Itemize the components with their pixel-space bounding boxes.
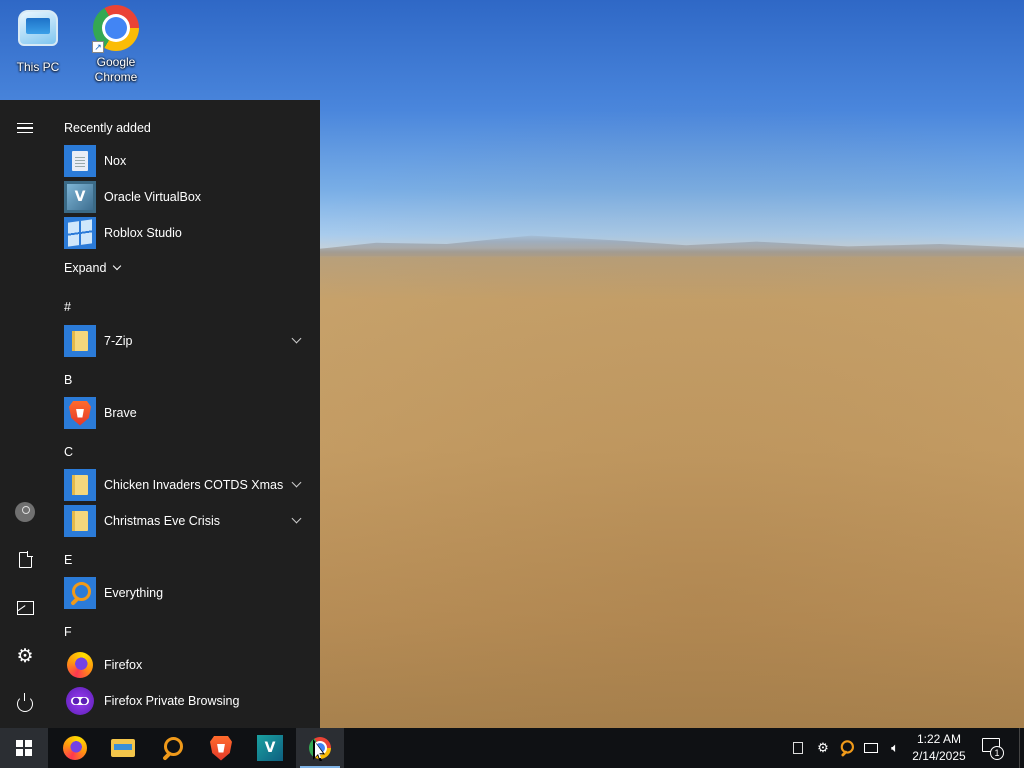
app-item-chicken-invaders[interactable]: Chicken Invaders COTDS Xmas xyxy=(60,467,312,503)
desktop-icon-label: This PC xyxy=(16,60,60,74)
everything-icon xyxy=(160,736,184,760)
user-account-icon[interactable] xyxy=(5,492,45,532)
taskbar: V ⚙ 🔈︎ 1:22 AM 2/14/2025 1 xyxy=(0,728,1024,768)
action-center-button[interactable]: 1 xyxy=(980,736,1004,760)
firefox-icon xyxy=(63,736,87,760)
app-item-christmas-eve-crisis[interactable]: Christmas Eve Crisis xyxy=(60,503,312,539)
everything-tray-icon[interactable] xyxy=(836,728,858,768)
settings-gear-icon[interactable]: ⚙ xyxy=(5,636,45,676)
folder-icon xyxy=(64,505,96,537)
taskbar-everything[interactable] xyxy=(148,728,196,768)
app-label: 7-Zip xyxy=(104,334,133,348)
app-item-firefox-private-browsing[interactable]: Firefox Private Browsing xyxy=(60,683,312,719)
app-label: Christmas Eve Crisis xyxy=(104,514,220,528)
firefox-private-icon xyxy=(64,685,96,717)
section-letter-e[interactable]: E xyxy=(64,553,72,567)
app-label: Nox xyxy=(104,154,127,168)
app-item-everything[interactable]: Everything xyxy=(60,575,312,611)
nox-icon xyxy=(64,145,96,177)
brave-icon xyxy=(64,397,96,429)
clock-time: 1:22 AM xyxy=(916,732,962,746)
taskbar-firefox[interactable] xyxy=(51,728,99,768)
app-item-oracle-virtualbox[interactable]: V Oracle VirtualBox xyxy=(60,179,312,215)
section-letter-c[interactable]: C xyxy=(64,445,73,459)
documents-icon[interactable] xyxy=(5,540,45,580)
desktop-icon-this-pc[interactable]: This PC xyxy=(2,4,74,75)
system-clock[interactable]: 1:22 AM 2/14/2025 xyxy=(904,731,974,765)
folder-icon xyxy=(64,469,96,501)
start-button[interactable] xyxy=(0,728,48,768)
brave-icon xyxy=(210,735,232,761)
app-item-7-zip[interactable]: 7-Zip xyxy=(60,323,312,359)
notification-count-badge: 1 xyxy=(990,746,1004,760)
taskbar-virtualbox[interactable]: V xyxy=(246,728,294,768)
section-letter-f[interactable]: F xyxy=(64,625,72,639)
desktop-icon-google-chrome[interactable]: ↗ Google Chrome xyxy=(80,4,152,85)
section-letter-b[interactable]: B xyxy=(64,373,72,387)
section-title-recently-added: Recently added xyxy=(64,121,151,135)
virtualbox-icon: V xyxy=(64,181,96,213)
this-pc-icon xyxy=(14,10,62,58)
desktop-icon-label: Google Chrome xyxy=(94,55,138,84)
clock-date: 2/14/2025 xyxy=(912,749,966,763)
chevron-down-icon xyxy=(113,261,122,271)
pictures-icon[interactable] xyxy=(5,588,45,628)
app-label: Oracle VirtualBox xyxy=(104,190,202,204)
network-icon[interactable] xyxy=(860,728,882,768)
chevron-down-icon[interactable] xyxy=(291,333,302,344)
network-share-icon[interactable]: ⚙ xyxy=(812,728,834,768)
taskbar-brave[interactable] xyxy=(197,728,245,768)
expand-button[interactable]: Expand xyxy=(64,261,122,275)
taskbar-file-explorer[interactable] xyxy=(99,728,147,768)
chrome-icon: ↗ xyxy=(92,5,140,53)
app-item-brave[interactable]: Brave xyxy=(60,395,312,431)
file-explorer-icon xyxy=(111,739,135,757)
app-label: Brave xyxy=(104,406,137,420)
roblox-studio-icon xyxy=(64,217,96,249)
volume-muted-icon[interactable]: 🔈︎ xyxy=(884,728,906,768)
shortcut-arrow-icon: ↗ xyxy=(92,41,104,53)
show-desktop-button[interactable] xyxy=(1019,728,1024,768)
app-label: Firefox Private Browsing xyxy=(104,694,240,708)
virtualbox-icon: V xyxy=(257,735,283,761)
start-menu: ⚙ Recently added Nox V Oracle VirtualBox… xyxy=(0,100,320,728)
expand-label: Expand xyxy=(64,261,107,275)
app-label: Everything xyxy=(104,586,164,600)
chevron-down-icon[interactable] xyxy=(291,513,302,524)
firefox-icon xyxy=(64,649,96,681)
show-hidden-icons-icon[interactable] xyxy=(788,728,808,768)
windows-start-icon xyxy=(16,740,32,756)
start-menu-rail: ⚙ xyxy=(0,100,50,728)
app-label: Firefox xyxy=(104,658,143,672)
app-item-roblox-studio[interactable]: Roblox Studio xyxy=(60,215,312,251)
app-item-firefox[interactable]: Firefox xyxy=(60,647,312,683)
app-list: Recently added Nox V Oracle VirtualBox R… xyxy=(50,100,320,728)
hamburger-menu-icon[interactable] xyxy=(5,108,45,148)
folder-icon xyxy=(64,325,96,357)
app-item-nox[interactable]: Nox xyxy=(60,143,312,179)
app-label: Roblox Studio xyxy=(104,226,182,240)
chevron-down-icon[interactable] xyxy=(291,477,302,488)
app-label: Chicken Invaders COTDS Xmas xyxy=(104,478,284,492)
section-letter-hash[interactable]: # xyxy=(64,300,71,314)
power-icon[interactable] xyxy=(5,684,45,724)
everything-icon xyxy=(64,577,96,609)
